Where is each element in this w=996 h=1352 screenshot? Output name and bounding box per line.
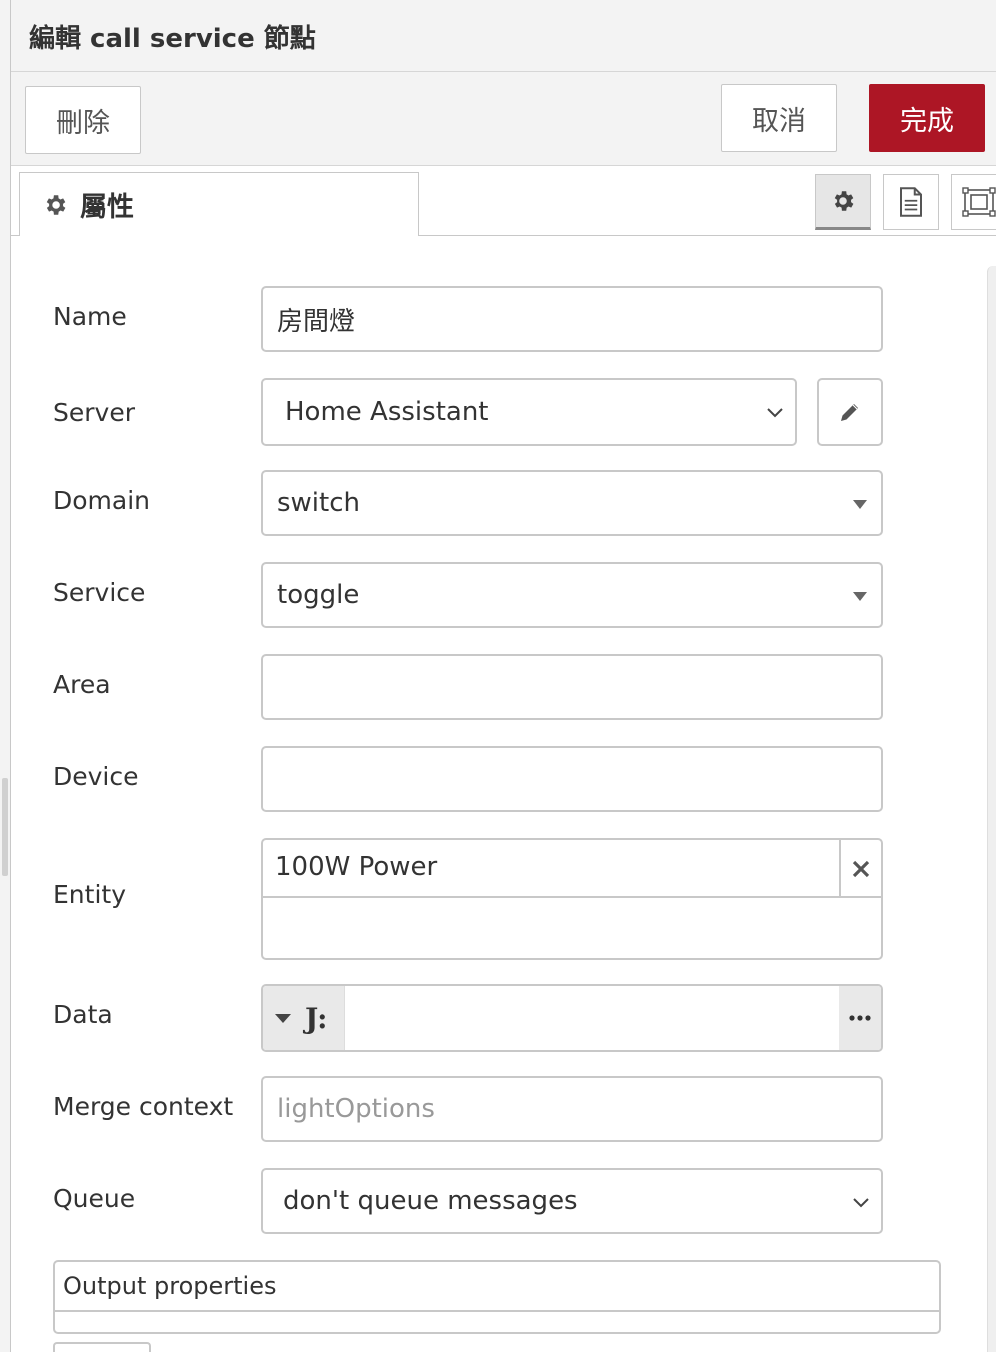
- domain-select[interactable]: switch: [261, 470, 883, 536]
- server-select-value: Home Assistant: [285, 397, 489, 427]
- scrollbar[interactable]: [987, 266, 996, 1352]
- area-input[interactable]: [261, 654, 883, 720]
- entity-label: Entity: [53, 880, 126, 909]
- gear-icon: [834, 191, 854, 211]
- delete-button[interactable]: 刪除: [25, 86, 141, 154]
- tab-appearance-icon-button[interactable]: [951, 174, 996, 230]
- ellipsis-icon: [849, 1015, 871, 1021]
- left-edge: [0, 0, 10, 1352]
- caret-down-icon: [853, 500, 867, 509]
- output-properties-header: Output properties: [55, 1262, 939, 1312]
- tray-toolbar: 刪除 取消 完成: [11, 72, 996, 166]
- tab-settings-icon-button[interactable]: [815, 174, 871, 230]
- merge-context-input[interactable]: lightOptions: [261, 1076, 883, 1142]
- entity-chip-label: 100W Power: [275, 852, 438, 882]
- data-typed-input[interactable]: J:: [261, 984, 883, 1052]
- queue-select[interactable]: don't queue messages: [261, 1168, 883, 1234]
- caret-down-icon: [275, 1013, 291, 1023]
- domain-label: Domain: [53, 486, 151, 515]
- tray-header: 編輯 call service 節點: [11, 0, 996, 72]
- tray-title: 編輯 call service 節點: [29, 24, 316, 54]
- device-label: Device: [53, 762, 139, 791]
- jsonata-icon: J:: [305, 1001, 328, 1035]
- server-label: Server: [53, 398, 135, 427]
- service-select[interactable]: toggle: [261, 562, 883, 628]
- service-select-value: toggle: [277, 580, 360, 610]
- chevron-down-icon: [853, 1198, 869, 1208]
- cancel-button[interactable]: 取消: [721, 84, 837, 152]
- caret-down-icon: [853, 592, 867, 601]
- server-select[interactable]: Home Assistant: [261, 378, 797, 446]
- tab-description-icon-button[interactable]: [883, 174, 939, 230]
- name-input[interactable]: 房間燈: [261, 286, 883, 352]
- chevron-down-icon: [767, 408, 783, 418]
- tabs-row: 屬性: [11, 166, 996, 236]
- tab-properties[interactable]: 屬性: [19, 172, 419, 236]
- queue-select-value: don't queue messages: [283, 1186, 578, 1216]
- domain-select-value: switch: [277, 488, 361, 518]
- description-icon: [900, 187, 922, 217]
- name-label: Name: [53, 302, 127, 331]
- output-properties-box: Output properties: [53, 1260, 941, 1334]
- expand-editor-button[interactable]: [839, 986, 881, 1050]
- queue-label: Queue: [53, 1184, 136, 1213]
- edit-server-button[interactable]: [817, 378, 883, 446]
- data-label: Data: [53, 1000, 113, 1029]
- resize-grip[interactable]: [2, 778, 8, 876]
- appearance-icon: [962, 187, 996, 217]
- edit-tray: 編輯 call service 節點 刪除 取消 完成 屬性 Name 房間燈 …: [10, 0, 996, 1352]
- data-type-select[interactable]: J:: [263, 986, 345, 1050]
- entity-input[interactable]: 100W Power: [261, 838, 883, 960]
- pencil-icon: [841, 404, 858, 421]
- done-button[interactable]: 完成: [869, 84, 985, 152]
- area-label: Area: [53, 670, 111, 699]
- remove-entity-button[interactable]: [839, 840, 881, 898]
- merge-context-label: Merge context: [53, 1092, 234, 1121]
- device-input[interactable]: [261, 746, 883, 812]
- entity-chip: 100W Power: [263, 840, 881, 898]
- service-label: Service: [53, 578, 146, 607]
- add-output-property-button[interactable]: [53, 1342, 151, 1352]
- close-icon: [852, 860, 870, 878]
- tab-properties-label: 屬性: [80, 192, 134, 223]
- gear-icon: [46, 194, 66, 215]
